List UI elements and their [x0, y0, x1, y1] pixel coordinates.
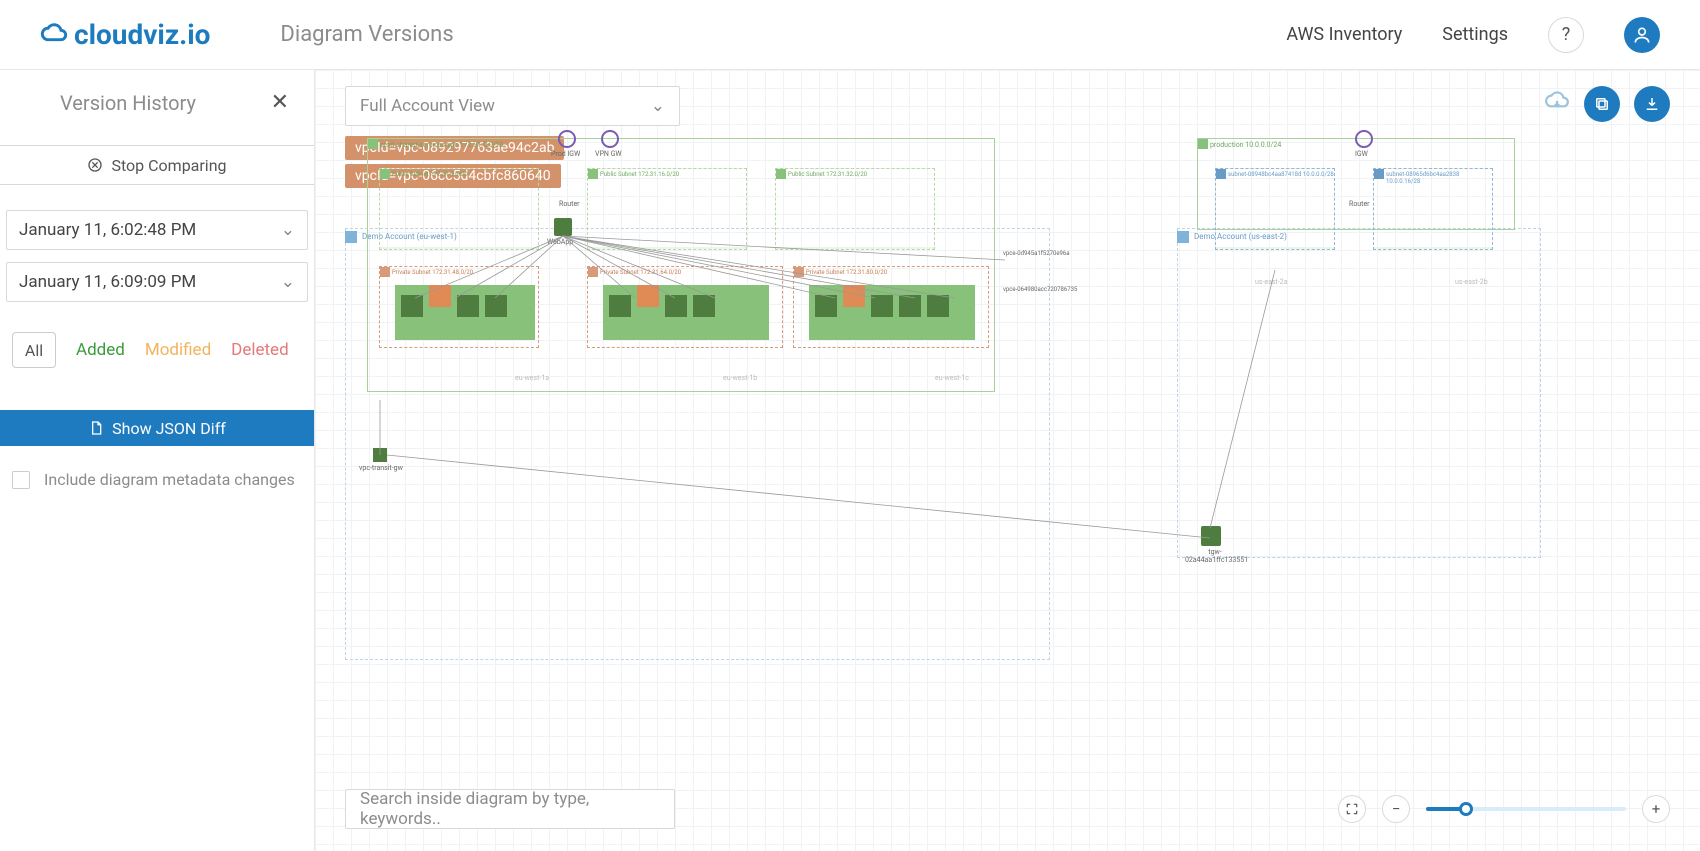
webapp-node: [554, 218, 572, 236]
sidebar: Version History ✕ Stop Comparing January…: [0, 70, 315, 851]
breadcrumb: Diagram Versions: [280, 22, 453, 47]
app-header: cloudviz.io Diagram Versions AWS Invento…: [0, 0, 1700, 70]
instance-group: [603, 285, 769, 340]
copy-icon: [1593, 95, 1611, 113]
logo-text: cloudviz.io: [74, 18, 210, 51]
chevron-down-icon: ⌄: [281, 272, 295, 292]
user-icon: [1632, 25, 1652, 45]
gateway-icon: [1355, 130, 1373, 148]
transit-gateway-node: [373, 448, 387, 462]
transit-gateway-node: [1201, 526, 1221, 546]
nav-aws-inventory[interactable]: AWS Inventory: [1286, 24, 1402, 45]
document-icon: [88, 420, 104, 436]
download-button[interactable]: [1634, 86, 1670, 122]
copy-button[interactable]: [1584, 86, 1620, 122]
show-json-diff-button[interactable]: Show JSON Diff: [0, 410, 314, 446]
include-metadata-checkbox[interactable]: [12, 471, 30, 489]
fullscreen-button[interactable]: [1338, 795, 1366, 823]
public-subnet: Public Subnet 172.31.16.0/20: [587, 168, 747, 250]
instance-group: [395, 285, 535, 340]
cloud-download-icon[interactable]: [1544, 89, 1570, 119]
gateway-icon: [601, 130, 619, 148]
instance-group: [809, 285, 975, 340]
public-subnet: Public Subnet 172.31.32.0/20: [775, 168, 935, 250]
diagram-search-input[interactable]: Search inside diagram by type, keywords.…: [345, 789, 675, 829]
user-avatar-button[interactable]: [1624, 17, 1660, 53]
filter-added[interactable]: Added: [76, 340, 125, 360]
zoom-in-button[interactable]: +: [1642, 795, 1670, 823]
close-icon[interactable]: ✕: [271, 90, 289, 115]
stop-comparing-button[interactable]: Stop Comparing: [0, 145, 314, 185]
view-select[interactable]: Full Account View ⌄: [345, 86, 680, 126]
download-icon: [1643, 95, 1661, 113]
public-subnet: Public Subnet 172.31.0.0/20: [379, 168, 539, 250]
gateway-icon: [558, 130, 576, 148]
zoom-out-button[interactable]: −: [1382, 795, 1410, 823]
chevron-down-icon: ⌄: [651, 96, 665, 116]
diagram-canvas[interactable]: Full Account View ⌄ vpcId=vpc-089297763a…: [315, 70, 1700, 851]
public-subnet: subnet-08965d6bc4aa2838 10.0.0.16/28: [1373, 168, 1493, 250]
expand-icon: [1345, 802, 1359, 816]
public-subnet: subnet-08948bc4aa87418d 10.0.0.0/28: [1215, 168, 1335, 250]
filter-modified[interactable]: Modified: [145, 340, 211, 360]
version-select-b[interactable]: January 11, 6:09:09 PM ⌄: [6, 262, 308, 302]
help-button[interactable]: ?: [1548, 17, 1584, 53]
zoom-slider[interactable]: [1426, 807, 1626, 811]
nav-settings[interactable]: Settings: [1442, 24, 1508, 45]
logo[interactable]: cloudviz.io: [40, 18, 210, 51]
include-metadata-label: Include diagram metadata changes: [44, 470, 295, 489]
cancel-circle-icon: [87, 157, 103, 173]
sidebar-title: Version History: [60, 91, 196, 115]
filter-all-button[interactable]: All: [12, 332, 56, 368]
filter-deleted[interactable]: Deleted: [231, 340, 288, 360]
version-select-a[interactable]: January 11, 6:02:48 PM ⌄: [6, 210, 308, 250]
chevron-down-icon: ⌄: [281, 220, 295, 240]
slider-thumb[interactable]: [1459, 802, 1473, 816]
